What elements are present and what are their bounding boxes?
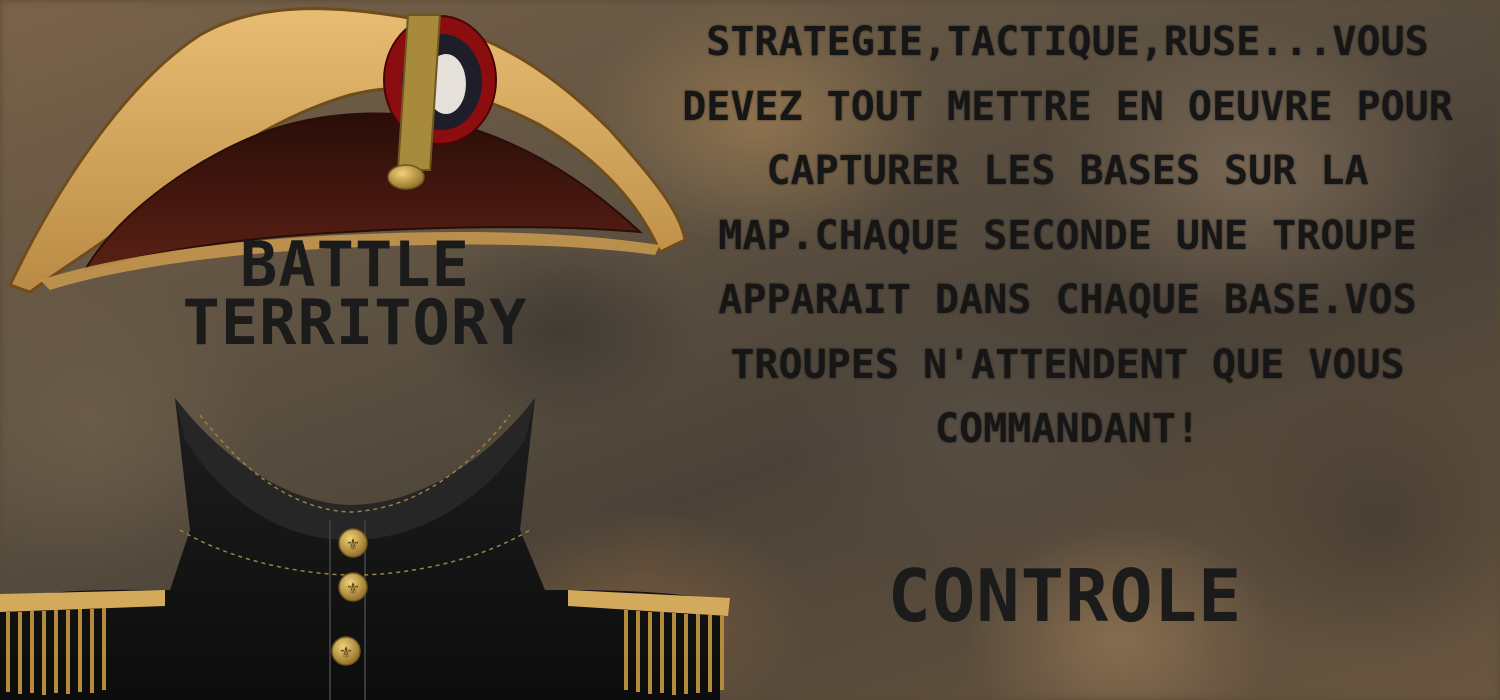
svg-text:⚜: ⚜: [346, 579, 360, 598]
svg-text:⚜: ⚜: [346, 535, 360, 554]
svg-text:⚜: ⚜: [339, 643, 353, 662]
game-screen: ⚜ ⚜ ⚜ BATTLE TERRITORY STRATEGIE,TACTIQU…: [0, 0, 1500, 700]
controls-button[interactable]: CONTROLE: [860, 548, 1270, 644]
game-description: STRATEGIE,TACTIQUE,RUSE...VOUS DEVEZ TOU…: [682, 19, 1453, 452]
game-title: BATTLE TERRITORY: [182, 228, 528, 359]
